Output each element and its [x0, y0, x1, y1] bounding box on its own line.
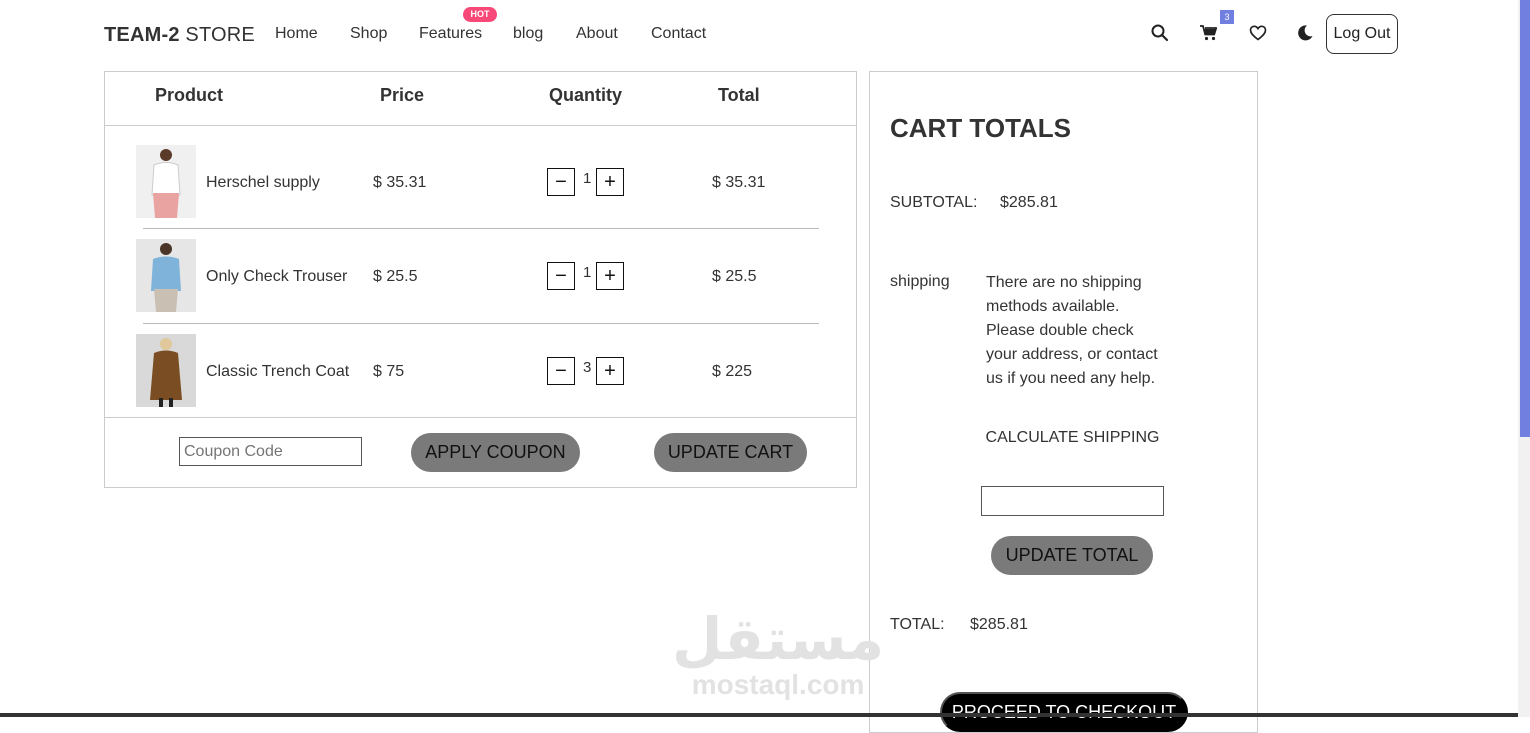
heart-icon[interactable] [1248, 23, 1268, 43]
nav-shop[interactable]: Shop [350, 25, 387, 43]
watermark: مستقل mostaql.com [672, 608, 884, 700]
nav-blog[interactable]: blog [513, 25, 543, 43]
cart-icon[interactable] [1199, 23, 1219, 43]
nav-contact[interactable]: Contact [651, 25, 706, 43]
update-cart-button[interactable]: UPDATE CART [654, 433, 807, 472]
quantity-decrease-button[interactable]: − [547, 357, 575, 385]
calculate-shipping-label: CALCULATE SHIPPING [985, 429, 1160, 446]
cart-row: Classic Trench Coat $ 75 − 3 + $ 225 [105, 324, 856, 418]
product-name[interactable]: Classic Trench Coat [206, 363, 349, 381]
apply-coupon-button[interactable]: APPLY COUPON [411, 433, 580, 472]
quantity-value: 1 [583, 264, 592, 281]
quantity-increase-button[interactable]: + [596, 357, 624, 385]
brand-name-light: STORE [179, 24, 255, 46]
product-total: $ 25.5 [712, 268, 757, 285]
header-divider [105, 125, 856, 126]
nav-features[interactable]: Features [419, 25, 482, 43]
quantity-decrease-button[interactable]: − [547, 168, 575, 196]
watermark-latin: mostaql.com [691, 669, 865, 700]
product-price: $ 75 [373, 363, 405, 380]
quantity-decrease-button[interactable]: − [547, 262, 575, 290]
moon-icon[interactable] [1295, 23, 1315, 43]
header-price: Price [380, 85, 425, 105]
header-quantity: Quantity [549, 85, 623, 105]
search-icon[interactable] [1150, 23, 1170, 43]
brand-logo[interactable]: TEAM-2 STORE [104, 24, 255, 47]
quantity-increase-button[interactable]: + [596, 262, 624, 290]
total-label: TOTAL: [890, 616, 945, 633]
product-name[interactable]: Only Check Trouser [206, 268, 347, 286]
product-price: $ 25.5 [373, 268, 418, 285]
brand-name-bold: TEAM-2 [104, 24, 180, 46]
scrollbar-thumb[interactable] [1520, 0, 1530, 437]
shipping-note: There are no shipping methods available.… [986, 274, 1158, 387]
subtotal-value: $285.81 [1000, 194, 1058, 211]
product-total: $ 35.31 [712, 174, 766, 191]
quantity-value: 1 [583, 170, 592, 187]
hot-badge: HOT [463, 7, 497, 22]
shipping-address-input[interactable] [981, 486, 1164, 516]
logout-button[interactable]: Log Out [1326, 14, 1398, 54]
update-total-button[interactable]: UPDATE TOTAL [991, 536, 1153, 575]
quantity-value: 3 [583, 359, 592, 376]
vertical-scrollbar[interactable] [1518, 0, 1530, 717]
product-image [136, 145, 196, 218]
quantity-increase-button[interactable]: + [596, 168, 624, 196]
product-name[interactable]: Herschel supply [206, 174, 320, 192]
cart-totals-title: CART TOTALS [890, 113, 1072, 143]
cart-row: Herschel supply $ 35.31 − 1 + $ 35.31 [105, 135, 856, 229]
nav-home[interactable]: Home [275, 25, 318, 43]
watermark-arabic: مستقل [672, 605, 885, 673]
product-image [136, 334, 196, 407]
shipping-label: shipping [890, 273, 950, 290]
top-header: TEAM-2 STORE Home Shop Features HOT blog… [0, 0, 1518, 70]
product-total: $ 225 [712, 363, 753, 380]
cart-row: Only Check Trouser $ 25.5 − 1 + $ 25.5 [105, 229, 856, 323]
cart-table: Product Price Quantity Total Herschel su… [104, 71, 857, 488]
product-image [136, 239, 196, 312]
coupon-code-input[interactable] [179, 437, 362, 466]
product-price: $ 35.31 [373, 174, 427, 191]
header-product: Product [155, 85, 224, 105]
cart-totals-panel: CART TOTALS SUBTOTAL: $285.81 shipping T… [869, 71, 1258, 733]
page-bottom-border [0, 713, 1518, 717]
subtotal-label: SUBTOTAL: [890, 194, 978, 211]
nav-about[interactable]: About [576, 25, 618, 43]
proceed-to-checkout-button[interactable]: PROCEED TO CHECKOUT [940, 692, 1188, 732]
footer-divider [105, 417, 856, 418]
cart-count-badge: 3 [1220, 10, 1234, 24]
total-value: $285.81 [970, 616, 1028, 633]
header-total: Total [718, 85, 760, 105]
